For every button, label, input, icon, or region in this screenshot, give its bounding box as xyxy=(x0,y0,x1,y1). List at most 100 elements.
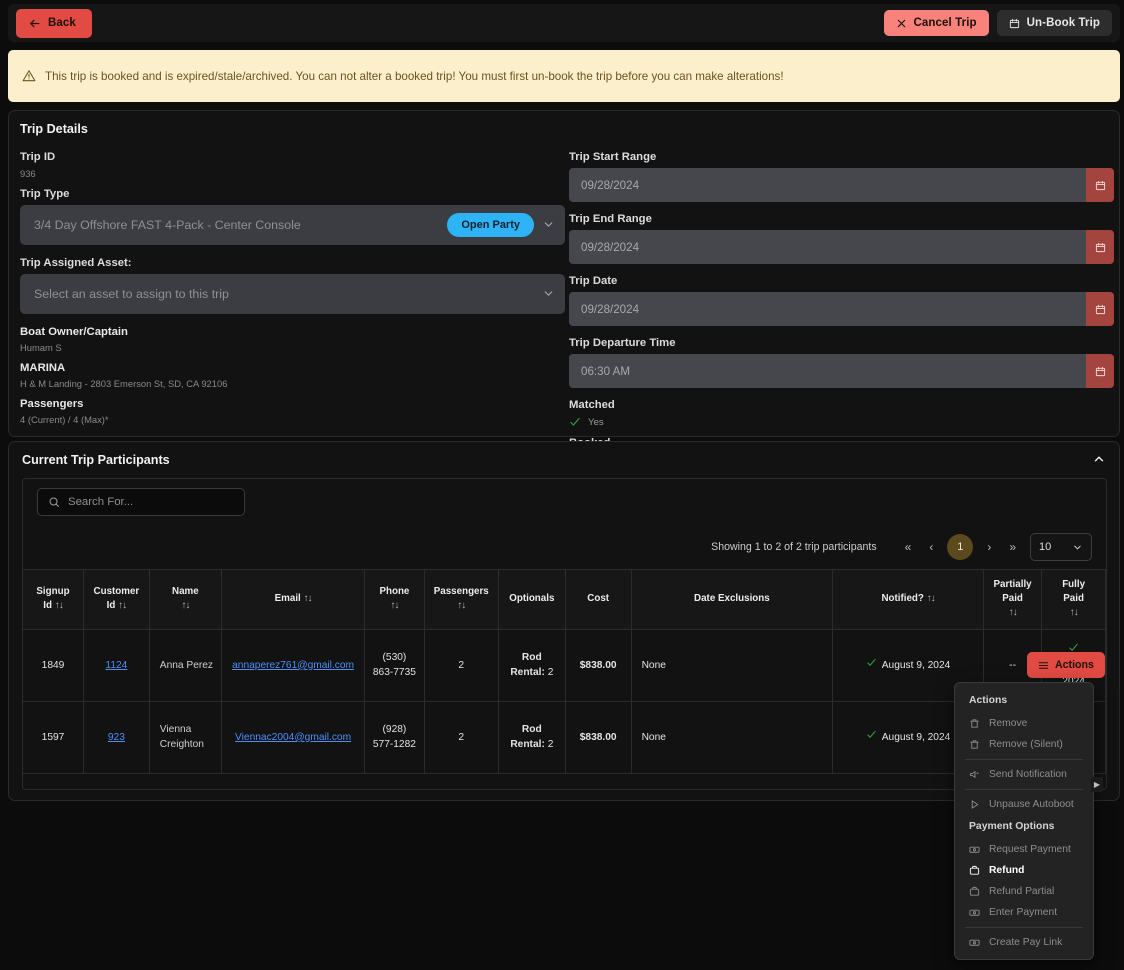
page-title: Trip Details xyxy=(20,122,88,136)
sort-icon[interactable]: ↑↓ xyxy=(55,600,64,611)
sort-icon[interactable]: ↑↓ xyxy=(181,600,190,611)
trip-departure-time-label: Trip Departure Time xyxy=(569,337,676,349)
cell-signup-id: 1849 xyxy=(23,629,84,702)
email-link[interactable]: annaperez761@gmail.com xyxy=(232,660,354,671)
col-customer-id[interactable]: Customer Id ↑↓ xyxy=(83,569,150,630)
customer-id-link[interactable]: 923 xyxy=(108,732,125,743)
trip-departure-time-calendar-button[interactable] xyxy=(1086,354,1114,388)
menu-item-label: Send Notification xyxy=(989,769,1067,780)
col-email[interactable]: Email ↑↓ xyxy=(221,569,366,630)
sort-icon[interactable]: ↑↓ xyxy=(1070,607,1079,618)
trip-id-label: Trip ID xyxy=(20,151,56,163)
trip-date-input[interactable]: 09/28/2024 xyxy=(569,292,1086,326)
sort-icon[interactable]: ↑↓ xyxy=(390,600,399,611)
passengers-label: Passengers xyxy=(20,398,84,410)
page-1-button[interactable]: 1 xyxy=(947,534,974,560)
notified-date: August 9, 2024 xyxy=(881,659,951,671)
menu-item-refund[interactable]: Refund xyxy=(955,860,1093,881)
last-page-button[interactable]: » xyxy=(1005,538,1020,556)
search-box[interactable] xyxy=(37,488,245,516)
trip-start-range-field[interactable]: 09/28/2024 xyxy=(569,168,1114,202)
table-header: Signup Id ↑↓ Customer Id ↑↓ Name ↑↓ Email ↑… xyxy=(23,569,1106,630)
sort-icon[interactable]: ↑↓ xyxy=(304,593,313,604)
trip-end-range-calendar-button[interactable] xyxy=(1086,230,1114,264)
warning-banner: This trip is booked and is expired/stale… xyxy=(8,50,1120,102)
email-link[interactable]: Viennac2004@gmail.com xyxy=(235,732,351,743)
passengers-value: 4 (Current) / 4 (Max)* xyxy=(20,414,109,425)
cell-signup-id: 1597 xyxy=(23,701,84,774)
cell-passengers: 2 xyxy=(424,629,499,702)
customer-id-link[interactable]: 1124 xyxy=(105,660,127,671)
trip-end-range-input[interactable]: 09/28/2024 xyxy=(569,230,1086,264)
unbook-trip-button[interactable]: Un-Book Trip xyxy=(996,10,1112,36)
trip-departure-time-input[interactable]: 06:30 AM xyxy=(569,354,1086,388)
trip-start-range-input[interactable]: 09/28/2024 xyxy=(569,168,1086,202)
toolbar-right-group: Cancel Trip Un-Book Trip xyxy=(883,10,1112,36)
notified-date: August 9, 2024 xyxy=(881,731,951,743)
col-passengers[interactable]: Passengers ↑↓ xyxy=(424,569,499,630)
trip-details-page: Back Cancel Trip Un-Book Trip This trip … xyxy=(0,0,1124,970)
money-icon xyxy=(969,907,980,918)
col-phone[interactable]: Phone ↑↓ xyxy=(364,569,425,630)
menu-item-label: Create Pay Link xyxy=(989,937,1063,948)
search-input[interactable] xyxy=(68,496,234,508)
assigned-asset-select[interactable]: Select an asset to assign to this trip xyxy=(20,274,565,314)
trip-start-range-calendar-button[interactable] xyxy=(1086,168,1114,202)
sort-icon[interactable]: ↑↓ xyxy=(927,593,936,604)
marina-label: MARINA xyxy=(20,362,66,374)
menu-item-remove[interactable]: Remove xyxy=(955,713,1093,734)
assigned-asset-label: Trip Assigned Asset: xyxy=(20,257,132,269)
menu-item-request-payment[interactable]: Request Payment xyxy=(955,839,1093,860)
play-icon xyxy=(969,799,980,810)
trip-id-value: 936 xyxy=(20,168,36,179)
col-name[interactable]: Name ↑↓ xyxy=(149,569,222,630)
cell-email[interactable]: annaperez761@gmail.com xyxy=(221,629,366,702)
cancel-trip-button[interactable]: Cancel Trip xyxy=(883,10,989,36)
col-date-exclusions: Date Exclusions xyxy=(631,569,834,630)
check-icon xyxy=(569,416,581,428)
menu-item-refund-partial[interactable]: Refund Partial xyxy=(955,881,1093,902)
page-size-select[interactable]: 10 xyxy=(1030,533,1092,561)
sort-icon[interactable]: ↑↓ xyxy=(457,600,466,611)
menu-item-send-notification[interactable]: Send Notification xyxy=(955,764,1093,785)
col-signup-id[interactable]: Signup Id ↑↓ xyxy=(23,569,84,630)
menu-item-unpause-autoboot[interactable]: Unpause Autoboot xyxy=(955,794,1093,815)
trip-type-select[interactable]: 3/4 Day Offshore FAST 4-Pack - Center Co… xyxy=(20,205,565,245)
scroll-right-arrow-icon[interactable]: ▶ xyxy=(1091,777,1103,792)
table-header-row: Signup Id ↑↓ Customer Id ↑↓ Name ↑↓ Email ↑… xyxy=(23,569,1106,630)
menu-item-label: Refund xyxy=(989,865,1025,876)
first-page-button[interactable]: « xyxy=(901,538,916,556)
table-toolbar xyxy=(23,479,1106,525)
col-partially-paid[interactable]: Partially Paid ↑↓ xyxy=(983,569,1043,630)
check-icon xyxy=(866,657,877,674)
money-icon xyxy=(969,844,980,855)
trip-date-field[interactable]: 09/28/2024 xyxy=(569,292,1114,326)
marina-value: H & M Landing - 2803 Emerson St, SD, CA … xyxy=(20,378,228,389)
sort-icon[interactable]: ↑↓ xyxy=(118,600,127,611)
trip-date-calendar-button[interactable] xyxy=(1086,292,1114,326)
chevron-up-icon[interactable] xyxy=(1092,452,1106,469)
col-notified[interactable]: Notified? ↑↓ xyxy=(832,569,984,630)
row-actions-button[interactable]: Actions xyxy=(1027,652,1105,678)
menu-item-enter-payment[interactable]: Enter Payment xyxy=(955,902,1093,923)
participants-table: Signup Id ↑↓ Customer Id ↑↓ Name ↑↓ Email ↑… xyxy=(23,569,1106,774)
back-button[interactable]: Back xyxy=(16,8,92,38)
menu-item-remove-silent[interactable]: Remove (Silent) xyxy=(955,734,1093,755)
table-row[interactable]: 1849 1124 Anna Perez annaperez761@gmail.… xyxy=(23,629,1106,702)
col-fully-paid[interactable]: Fully Paid ↑↓ xyxy=(1041,569,1106,630)
table-row[interactable]: 1597 923 Vienna Creighton Viennac2004@gm… xyxy=(23,701,1106,774)
menu-item-create-pay-link[interactable]: Create Pay Link xyxy=(955,932,1093,953)
prev-page-button[interactable]: ‹ xyxy=(925,538,937,556)
trip-end-range-field[interactable]: 09/28/2024 xyxy=(569,230,1114,264)
cell-customer-id[interactable]: 923 xyxy=(83,701,150,774)
cell-name: Vienna Creighton xyxy=(149,701,222,774)
cell-customer-id[interactable]: 1124 xyxy=(83,629,150,702)
sort-icon[interactable]: ↑↓ xyxy=(1009,607,1018,618)
trip-departure-time-field[interactable]: 06:30 AM xyxy=(569,354,1114,388)
cell-email[interactable]: Viennac2004@gmail.com xyxy=(221,701,366,774)
col-cost: Cost xyxy=(565,569,632,630)
cell-phone: (928) 577-1282 xyxy=(364,701,425,774)
next-page-button[interactable]: › xyxy=(983,538,995,556)
matched-value: Yes xyxy=(588,416,604,428)
menu-item-label: Unpause Autoboot xyxy=(989,799,1074,810)
